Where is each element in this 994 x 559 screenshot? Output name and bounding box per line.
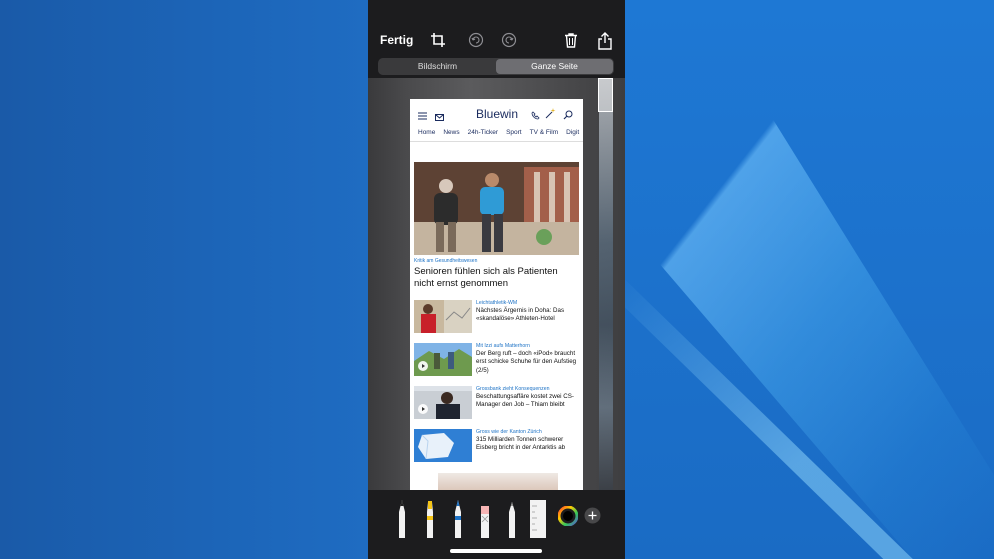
trash-icon[interactable] (563, 32, 581, 50)
article-category: Mit Izzi aufs Matterhorn (476, 343, 530, 349)
ruler-tool-icon[interactable] (530, 498, 546, 543)
redo-icon[interactable] (501, 32, 519, 50)
video-play-icon (418, 404, 428, 414)
article-thumbnail (414, 300, 472, 333)
desktop-wallpaper-left (0, 0, 368, 559)
hero-image (414, 162, 579, 255)
nav-news: News (443, 129, 460, 136)
screenshot-editor: Fertig Bildschirm Ganze Seite Bluewin Ho… (368, 0, 625, 559)
article-item: Grossbank zieht Konsequenzen Beschattung… (414, 386, 579, 420)
capture-mode-segmented-control: Bildschirm Ganze Seite (378, 58, 614, 75)
article-category: Grossbank zieht Konsequenzen (476, 386, 550, 392)
search-icon (563, 107, 573, 125)
site-logo: Bluewin (476, 107, 519, 121)
article-title: Beschattungsaffäre kostet zwei CS-Manage… (476, 393, 574, 409)
undo-icon[interactable] (468, 32, 486, 50)
nav-home: Home (418, 129, 436, 136)
eraser-tool-icon[interactable] (479, 498, 491, 543)
done-button[interactable]: Fertig (380, 33, 413, 47)
article-title: 315 Milliarden Tonnen schwerer Eisberg b… (476, 436, 566, 452)
article-thumbnail (414, 343, 472, 376)
video-play-icon (418, 361, 428, 371)
crop-icon[interactable] (430, 32, 448, 50)
editor-toolbar: Fertig (368, 30, 625, 54)
add-tool-icon[interactable] (584, 507, 601, 529)
article-item: Mit Izzi aufs Matterhorn Der Berg ruft –… (414, 343, 579, 377)
pencil-tool-icon[interactable] (452, 498, 464, 543)
segment-screen[interactable]: Bildschirm (379, 59, 496, 74)
home-indicator[interactable] (450, 549, 542, 553)
article-item: Gross wie der Kanton Zürich 315 Milliard… (414, 429, 579, 463)
full-page-preview[interactable]: Bluewin Home News 24h-Ticker Sport TV & … (410, 99, 583, 490)
hero-category: Kritik am Gesundheitswesen (414, 258, 478, 264)
next-article-image (438, 473, 558, 490)
scrubber-viewport-handle[interactable] (598, 78, 613, 112)
color-picker-icon[interactable] (557, 505, 579, 531)
site-nav: Home News 24h-Ticker Sport TV & Film Dig… (410, 129, 583, 142)
magic-wand-icon (545, 106, 556, 124)
article-category: Leichtathletik-WM (476, 300, 518, 306)
mail-icon (435, 108, 444, 126)
phone-icon (531, 107, 540, 125)
site-header: Bluewin (410, 99, 583, 129)
pen-tool-icon[interactable] (396, 498, 408, 543)
article-item: Leichtathletik-WM Nächstes Ärgernis in D… (414, 300, 579, 334)
nav-tv-film: TV & Film (529, 129, 559, 136)
nav-digital: Digit (566, 129, 580, 136)
share-icon[interactable] (597, 32, 615, 50)
article-title: Nächstes Ärgernis in Doha: Das «skandalö… (476, 307, 565, 323)
hero-headline: Senioren fühlen sich als Patienten nicht… (414, 266, 558, 289)
nav-sport: Sport (506, 129, 522, 136)
segment-full-page[interactable]: Ganze Seite (496, 59, 613, 74)
menu-icon (418, 107, 427, 125)
article-thumbnail (414, 386, 472, 419)
nav-24h-ticker: 24h-Ticker (467, 129, 499, 136)
lasso-tool-icon[interactable] (506, 498, 518, 543)
highlighter-tool-icon[interactable] (424, 498, 436, 543)
article-thumbnail (414, 429, 472, 462)
page-thumbnail-scrubber[interactable] (599, 78, 613, 490)
article-category: Gross wie der Kanton Zürich (476, 429, 542, 435)
article-title: Der Berg ruft – doch «iPod» braucht erst… (476, 350, 577, 374)
desktop-wallpaper-right (625, 0, 994, 559)
